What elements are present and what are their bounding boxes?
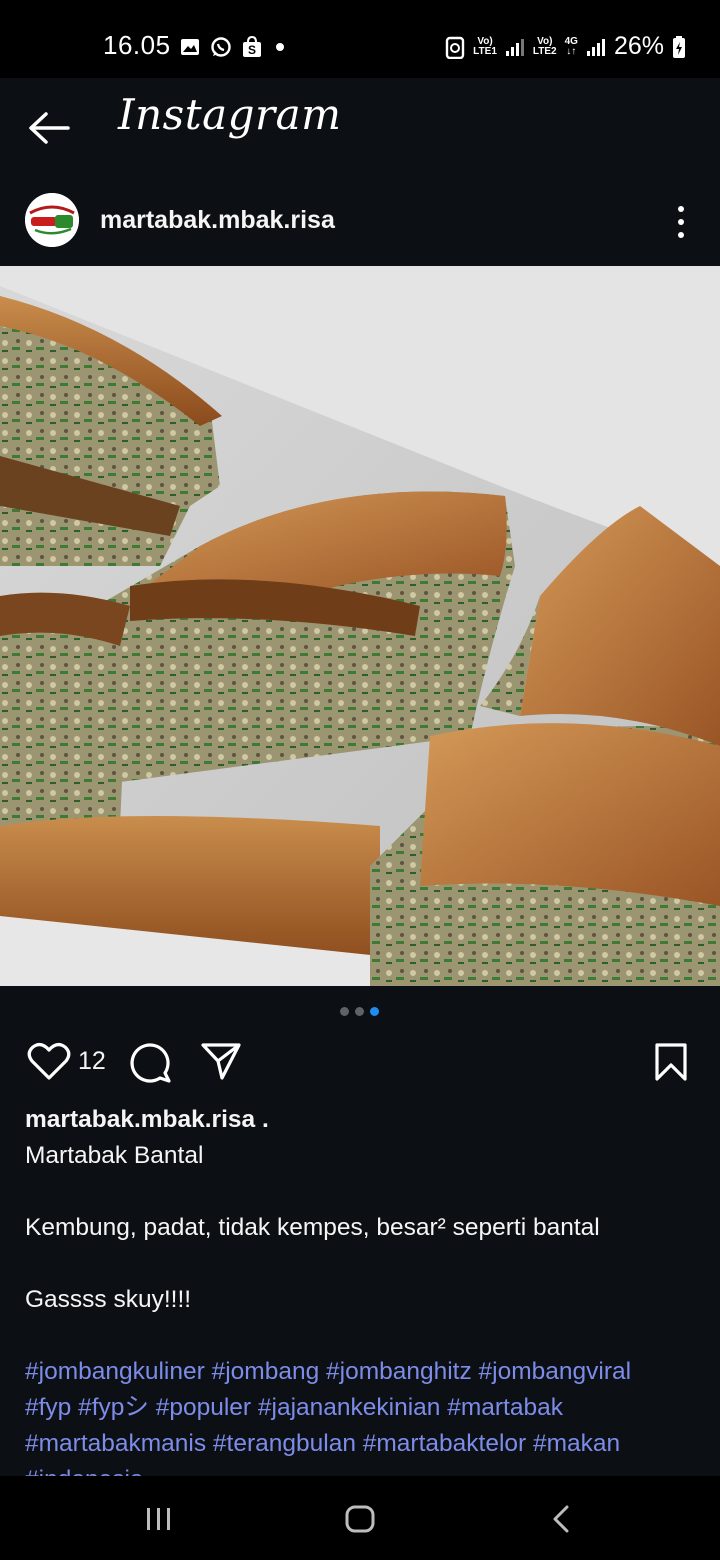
- brand-logo-icon: [25, 193, 79, 247]
- martabak-photo: [0, 266, 720, 986]
- caption-line: Martabak Bantal: [25, 1142, 204, 1169]
- svg-text:S: S: [248, 43, 256, 57]
- home-icon[interactable]: [344, 1504, 376, 1534]
- carousel-dot: [340, 1007, 349, 1016]
- hashtag-line[interactable]: #fyp #fypシ #populer #jajanankekinian #ma…: [25, 1390, 705, 1426]
- comment-icon[interactable]: [128, 1040, 172, 1084]
- post-caption: martabak.mbak.risa . Martabak Bantal Kem…: [25, 1102, 705, 1498]
- signal-sim1-icon: [505, 38, 524, 56]
- caption-line: Gassss skuy!!!!: [25, 1286, 192, 1313]
- post-username[interactable]: martabak.mbak.risa: [100, 206, 335, 235]
- dot-icon: [276, 43, 284, 51]
- app-header: Instagram: [0, 78, 720, 184]
- bookmark-icon[interactable]: [654, 1042, 688, 1082]
- recent-apps-icon[interactable]: [143, 1506, 175, 1532]
- like-count[interactable]: 12: [78, 1047, 106, 1076]
- post-header: martabak.mbak.risa: [0, 184, 720, 266]
- carousel-dot: [355, 1007, 364, 1016]
- carousel-indicator: [340, 1007, 379, 1016]
- sim1-label: Vo) LTE1: [473, 35, 497, 57]
- caption-username[interactable]: martabak.mbak.risa .: [25, 1102, 705, 1138]
- hashtag-line[interactable]: #martabakmanis #terangbulan #martabaktel…: [25, 1426, 705, 1462]
- system-nav-bar: [0, 1476, 720, 1560]
- hashtag-line[interactable]: #jombangkuliner #jombang #jombanghitz #j…: [25, 1354, 705, 1390]
- share-icon[interactable]: [200, 1041, 242, 1081]
- notification-icons: S: [180, 36, 288, 58]
- arrow-left-icon[interactable]: [26, 108, 72, 148]
- back-icon[interactable]: [550, 1504, 572, 1534]
- caption-line: Kembung, padat, tidak kempes, besar² sep…: [25, 1214, 600, 1241]
- sim2-label: Vo) LTE2: [532, 35, 557, 57]
- shopee-icon: S: [243, 36, 261, 57]
- signal-sim2-icon: [586, 38, 605, 56]
- heart-icon[interactable]: [27, 1040, 71, 1082]
- status-bar: 16.05 S Vo) LTE1 Vo) LTE2 4G ↓↑ 26%: [0, 0, 720, 78]
- whatsapp-icon: [211, 37, 231, 57]
- more-vertical-icon[interactable]: [672, 204, 690, 240]
- data-saver-icon: [445, 36, 465, 59]
- status-time: 16.05: [103, 30, 171, 60]
- post-photo[interactable]: [0, 266, 720, 986]
- app-logo: Instagram: [118, 90, 342, 139]
- network-type: 4G ↓↑: [564, 35, 578, 57]
- avatar[interactable]: [25, 193, 79, 247]
- battery-percent: 26%: [613, 32, 664, 60]
- carousel-dot-active: [370, 1007, 379, 1016]
- gallery-icon: [181, 39, 199, 55]
- status-right: Vo) LTE1 Vo) LTE2 4G ↓↑ 26%: [445, 32, 686, 61]
- battery-charging-icon: [673, 35, 685, 58]
